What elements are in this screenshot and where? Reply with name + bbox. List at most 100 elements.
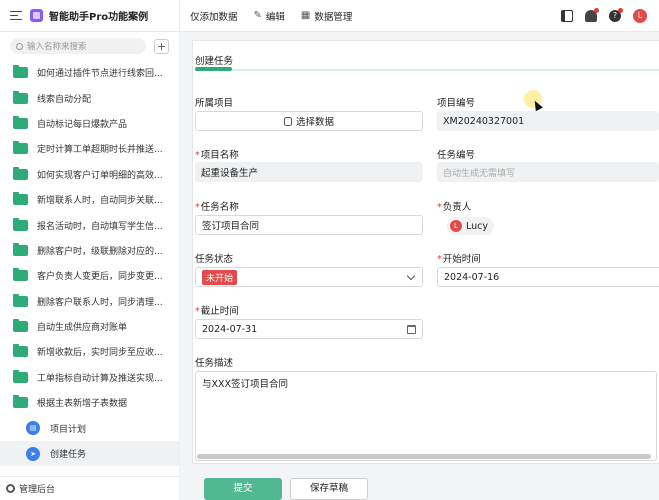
sidebar-item-label: 删除客户时，级联删除对应的... [37, 246, 163, 257]
sidebar-subitem-label: 项目计划 [50, 424, 87, 435]
owner-avatar: L [450, 220, 462, 232]
required-mark: * [195, 306, 200, 317]
title-accent-bar [195, 67, 232, 71]
table-icon: ▦ [300, 10, 311, 21]
sidebar-item[interactable]: 工单指标自动计算及推送实现... [0, 365, 179, 390]
sidebar-item[interactable]: 删除客户时，级联删除对应的... [0, 238, 179, 263]
sidebar-subitem-label: 创建任务 [50, 450, 87, 461]
user-avatar[interactable]: L [633, 8, 647, 23]
data-manage-label: 数据管理 [314, 11, 353, 23]
menu-icon[interactable] [10, 10, 22, 21]
sidebar-item-label: 自动标记每日爆款产品 [37, 119, 128, 130]
sidebar-item-label: 根据主表新增子表数据 [37, 399, 128, 410]
project-name-label: *项目名称 [195, 147, 239, 161]
data-manage-button[interactable]: ▦ 数据管理 [301, 9, 352, 23]
sidebar-item-label: 新增收款后，实时同步至应收... [37, 348, 163, 359]
task-status-select[interactable]: 未开始 [195, 267, 423, 287]
edit-label: 编辑 [265, 11, 285, 23]
folder-icon [13, 242, 28, 256]
sidebar-item[interactable]: 定时计算工单超期时长并推送... [0, 136, 179, 161]
sidebar-item[interactable]: 线索自动分配 [0, 85, 179, 110]
sidebar-subitem-project-plan[interactable]: ▤ 项目计划 [0, 415, 179, 440]
sidebar-search-row: 输入名称来搜索 + [0, 32, 179, 60]
sidebar-item-label: 如何通过插件节点进行线索回... [37, 69, 163, 80]
deadline-value: 2024-07-31 [202, 323, 258, 335]
bell-icon[interactable] [585, 7, 599, 22]
admin-link[interactable]: 管理后台 [0, 476, 179, 500]
main-content: 创建任务 所属项目 选择数据 项目编号 XM20240327001 *项目名称 … [180, 32, 659, 500]
add-button[interactable]: + [154, 38, 169, 54]
folder-icon [13, 65, 28, 79]
folder-icon [13, 268, 28, 282]
sidebar-subitem-create-task[interactable]: ➤ 创建任务 [0, 440, 179, 467]
owner-label-text: 负责人 [442, 202, 472, 213]
folder-icon [13, 344, 28, 358]
title-underline [195, 69, 659, 71]
sidebar-item-label: 自动生成供应商对账单 [37, 323, 128, 334]
sidebar-item-label: 新增联系人时，自动同步关联... [37, 196, 163, 207]
required-mark: * [195, 202, 200, 213]
send-icon: ➤ [26, 446, 40, 461]
submit-button[interactable]: 提交 [204, 478, 282, 500]
project-name-field: 起重设备生产 [195, 162, 423, 182]
sidebar-item[interactable]: 自动生成供应商对账单 [0, 314, 179, 339]
horizontal-scrollbar[interactable] [197, 454, 651, 459]
sidebar-item[interactable]: 报名活动时，自动填写学生信... [0, 212, 179, 237]
calendar-icon[interactable] [407, 325, 416, 334]
panel-icon[interactable] [561, 9, 573, 22]
help-icon[interactable]: ? [609, 7, 623, 22]
folder-icon [13, 369, 28, 383]
required-mark: * [195, 150, 200, 161]
pencil-icon: ✎ [253, 10, 262, 21]
search-icon [16, 42, 23, 50]
start-time-input[interactable]: 2024-07-16 [437, 267, 659, 287]
database-icon [283, 116, 292, 126]
sidebar-item-label: 报名活动时，自动填写学生信... [37, 221, 163, 232]
toolbar: 仅添加数据 ✎ 编辑 ▦ 数据管理 [180, 0, 549, 32]
folder-icon [13, 293, 28, 307]
owner-name: Lucy [466, 220, 488, 232]
select-data-label: 选择数据 [295, 117, 334, 128]
chevron-down-icon [406, 271, 416, 281]
project-label: 所属项目 [195, 98, 234, 109]
folder-icon [13, 90, 28, 104]
edit-button[interactable]: ✎ 编辑 [254, 9, 285, 23]
add-only-button[interactable]: 仅添加数据 [190, 9, 238, 23]
sidebar-item[interactable]: 如何实现客户订单明细的高效... [0, 162, 179, 187]
save-draft-button[interactable]: 保存草稿 [290, 478, 368, 500]
folder-icon [13, 217, 28, 231]
task-name-label: *任务名称 [195, 199, 239, 213]
app-logo-icon [30, 9, 43, 22]
status-badge: 未开始 [202, 269, 238, 285]
admin-label: 管理后台 [19, 485, 56, 495]
sidebar-item[interactable]: 根据主表新增子表数据 [0, 390, 179, 415]
header-tools: ? L [549, 7, 659, 23]
select-data-button[interactable]: 选择数据 [195, 111, 423, 131]
app-header: 智能助手Pro功能案例 [0, 0, 180, 32]
sidebar-item[interactable]: 自动标记每日爆款产品 [0, 111, 179, 136]
search-placeholder: 输入名称来搜索 [27, 42, 87, 52]
sidebar-item[interactable]: 新增联系人时，自动同步关联... [0, 187, 179, 212]
sidebar-item-label: 删除客户联系人时，同步清理... [37, 297, 163, 308]
description-textarea[interactable]: 与XXX签订项目合同 [195, 371, 657, 461]
owner-label: *负责人 [437, 199, 471, 213]
sidebar-item-label: 线索自动分配 [37, 94, 92, 105]
task-name-label-text: 任务名称 [200, 202, 239, 213]
folder-icon [13, 141, 28, 155]
gear-icon [6, 484, 15, 493]
folder-icon [13, 319, 28, 333]
deadline-label: *截止时间 [195, 303, 239, 317]
add-only-label: 仅添加数据 [190, 11, 238, 23]
sidebar-item-label: 定时计算工单超期时长并推送... [37, 145, 163, 156]
sidebar-item[interactable]: 客户负责人变更后，同步变更... [0, 263, 179, 288]
folder-icon [13, 115, 28, 129]
search-input[interactable]: 输入名称来搜索 [10, 38, 146, 54]
sidebar-item[interactable]: 新增收款后，实时同步至应收... [0, 339, 179, 364]
owner-chip[interactable]: L Lucy [447, 217, 494, 235]
sidebar-item[interactable]: 删除客户联系人时，同步清理... [0, 289, 179, 314]
task-name-input[interactable]: 签订项目合同 [195, 215, 423, 235]
deadline-input[interactable]: 2024-07-31 [195, 319, 423, 339]
sidebar-list: 如何通过插件节点进行线索回... 线索自动分配 自动标记每日爆款产品 定时计算工… [0, 60, 179, 467]
sidebar-item[interactable]: 如何通过插件节点进行线索回... [0, 60, 179, 85]
top-header: 智能助手Pro功能案例 仅添加数据 ✎ 编辑 ▦ 数据管理 ? L [0, 0, 659, 32]
